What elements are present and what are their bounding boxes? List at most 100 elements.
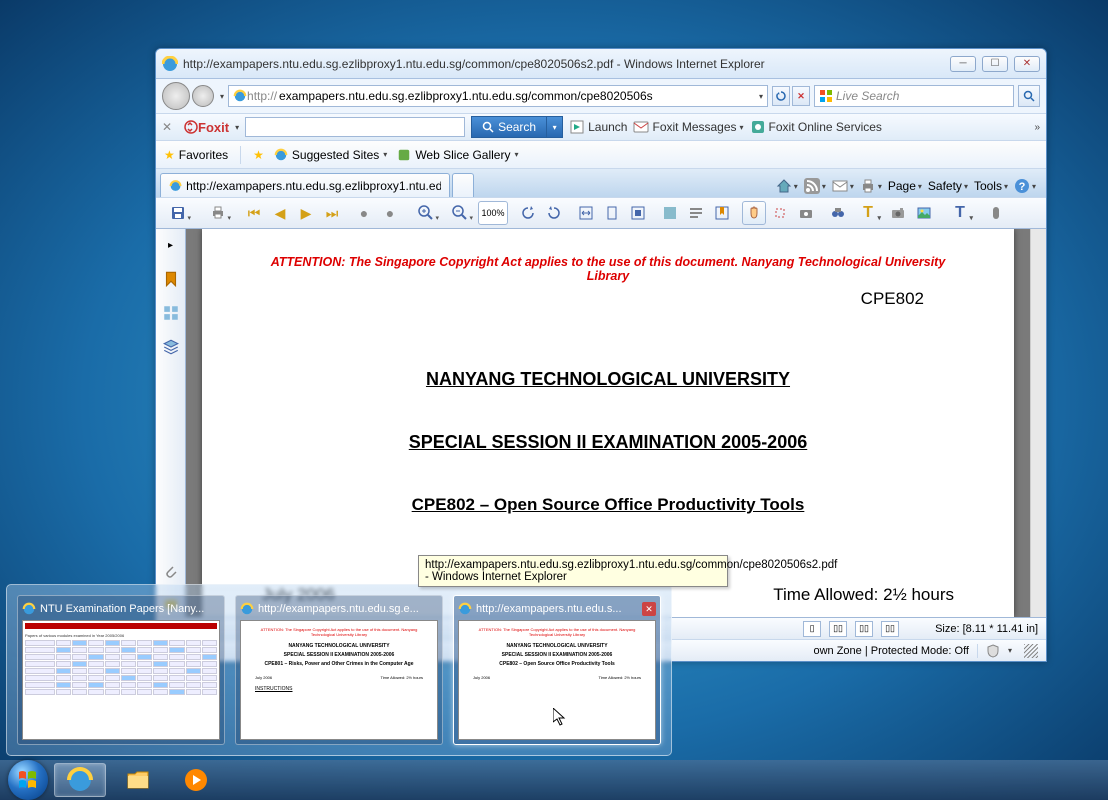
print-button[interactable]: ▾ — [860, 178, 882, 194]
single-page-view[interactable]: ▯ — [803, 621, 821, 637]
layers-panel[interactable] — [159, 335, 183, 359]
first-page-button[interactable]: ⏮ — [242, 201, 266, 225]
zoom-in-button[interactable] — [410, 201, 442, 225]
foxit-logo[interactable]: Foxit — [184, 120, 229, 135]
close-button[interactable]: ✕ — [1014, 56, 1040, 72]
foxit-messages[interactable]: Foxit Messages▾ — [633, 119, 743, 135]
taskbar-preview-1[interactable]: NTU Examination Papers [Nany... Papers o… — [17, 595, 225, 745]
help-button[interactable]: ?▾ — [1014, 178, 1036, 194]
foxit-bar-close[interactable]: ✕ — [162, 120, 178, 134]
taskbar-ie-button[interactable] — [54, 763, 106, 797]
typewriter-tool[interactable]: T — [852, 201, 884, 225]
search-input[interactable]: Live Search — [814, 85, 1014, 107]
facing-view[interactable]: ▯▯ — [855, 621, 873, 637]
taskbar-preview-3[interactable]: http://exampapers.ntu.edu.s...✕ ATTENTIO… — [453, 595, 661, 745]
safety-menu[interactable]: Safety▾ — [928, 179, 968, 193]
search-placeholder: Live Search — [836, 89, 899, 103]
ie-icon — [458, 602, 472, 616]
save-icon — [170, 205, 186, 221]
favorites-button[interactable]: ★Favorites — [164, 148, 228, 162]
taskbar[interactable] — [0, 760, 1108, 800]
zoom-dropdown[interactable]: ▾ — [1008, 646, 1012, 655]
camera-tool[interactable] — [886, 201, 910, 225]
sidebar-toggle[interactable]: ▸ — [159, 233, 183, 257]
attachment-tool[interactable] — [984, 201, 1008, 225]
rotate-cw-button[interactable] — [542, 201, 566, 225]
resize-grip[interactable] — [1024, 644, 1038, 658]
rotate-ccw-icon — [520, 205, 536, 221]
forward-button[interactable] — [192, 85, 214, 107]
preview-thumb-1: Papers of various modules examined in Ye… — [22, 620, 220, 740]
save-button[interactable] — [162, 201, 194, 225]
tab-active[interactable]: http://exampapers.ntu.edu.sg.ezlibproxy1… — [160, 173, 450, 197]
continuous-view[interactable]: ▯▯ — [829, 621, 847, 637]
reflow-button[interactable] — [684, 201, 708, 225]
page-icon — [233, 89, 247, 103]
new-tab-button[interactable] — [452, 173, 474, 197]
tab-bar: http://exampapers.ntu.edu.sg.ezlibproxy1… — [156, 169, 1046, 197]
foxit-launch[interactable]: Launch — [569, 119, 627, 135]
url-input[interactable]: http:// exampapers.ntu.edu.sg.ezlibproxy… — [228, 85, 768, 107]
add-favorite[interactable]: ★ — [253, 148, 264, 162]
maximize-button[interactable]: ☐ — [982, 56, 1008, 72]
hand-tool[interactable] — [742, 201, 766, 225]
refresh-button[interactable] — [772, 86, 790, 106]
zoom-level[interactable]: 100% — [478, 201, 508, 225]
foxit-search-button[interactable]: Search — [471, 116, 547, 138]
bookmarks-panel[interactable] — [159, 267, 183, 291]
foxit-dropdown[interactable]: ▾ — [235, 123, 239, 132]
rotate-cw-icon — [546, 205, 562, 221]
stop-button[interactable]: ✕ — [792, 86, 810, 106]
foxit-search-input[interactable] — [245, 117, 465, 137]
text-annotation-tool[interactable]: T — [944, 201, 976, 225]
taskbar-previews: NTU Examination Papers [Nany... Papers o… — [6, 584, 672, 756]
next-page-button[interactable]: ▶ — [294, 201, 318, 225]
select-text-tool[interactable] — [768, 201, 792, 225]
prev-page-button[interactable]: ◀ — [268, 201, 292, 225]
back-view-button[interactable]: ● — [352, 201, 376, 225]
bookmark-button[interactable] — [710, 201, 734, 225]
fit-page-button[interactable] — [600, 201, 624, 225]
continuous-facing-view[interactable]: ▯▯ — [881, 621, 899, 637]
start-button[interactable] — [8, 760, 48, 800]
snapshot-tool[interactable] — [794, 201, 818, 225]
tools-menu[interactable]: Tools▾ — [974, 179, 1008, 193]
print-pdf-button[interactable] — [202, 201, 234, 225]
zoom-out-button[interactable] — [444, 201, 476, 225]
actual-size-button[interactable] — [626, 201, 650, 225]
home-button[interactable]: ▾ — [776, 178, 798, 194]
image-tool[interactable] — [912, 201, 936, 225]
camera-icon — [890, 205, 906, 221]
rotate-ccw-button[interactable] — [516, 201, 540, 225]
clip-icon — [163, 563, 179, 579]
foxit-services[interactable]: Foxit Online Services — [750, 119, 882, 135]
vertical-scrollbar[interactable] — [1030, 229, 1046, 617]
find-button[interactable] — [826, 201, 850, 225]
fullscreen-button[interactable] — [658, 201, 682, 225]
back-button[interactable] — [162, 82, 190, 110]
search-go-button[interactable] — [1018, 85, 1040, 107]
star-add-icon: ★ — [253, 148, 264, 162]
last-page-button[interactable]: ⏭ — [320, 201, 344, 225]
foxit-overflow[interactable]: » — [1034, 122, 1040, 133]
nav-history-dropdown[interactable]: ▾ — [220, 92, 224, 101]
forward-view-button[interactable]: ● — [378, 201, 402, 225]
course-code: CPE802 — [252, 289, 924, 309]
page-menu[interactable]: Page▾ — [888, 179, 922, 193]
taskbar-preview-2[interactable]: http://exampapers.ntu.edu.sg.e... ATTENT… — [235, 595, 443, 745]
minimize-button[interactable]: ─ — [950, 56, 976, 72]
titlebar[interactable]: http://exampapers.ntu.edu.sg.ezlibproxy1… — [156, 49, 1046, 79]
suggested-sites[interactable]: Suggested Sites▾ — [274, 148, 387, 162]
attachments-panel[interactable] — [159, 559, 183, 583]
fit-width-button[interactable] — [574, 201, 598, 225]
mail-button[interactable]: ▾ — [832, 178, 854, 194]
taskbar-media-button[interactable] — [170, 763, 222, 797]
url-dropdown-icon[interactable]: ▾ — [759, 92, 763, 101]
preview-close-button[interactable]: ✕ — [642, 602, 656, 616]
url-prefix: http:// — [247, 89, 277, 103]
pages-panel[interactable] — [159, 301, 183, 325]
feeds-button[interactable]: ▾ — [804, 178, 826, 194]
foxit-search-dropdown[interactable]: ▾ — [547, 116, 563, 138]
web-slice-gallery[interactable]: Web Slice Gallery▾ — [397, 148, 518, 162]
taskbar-explorer-button[interactable] — [112, 763, 164, 797]
